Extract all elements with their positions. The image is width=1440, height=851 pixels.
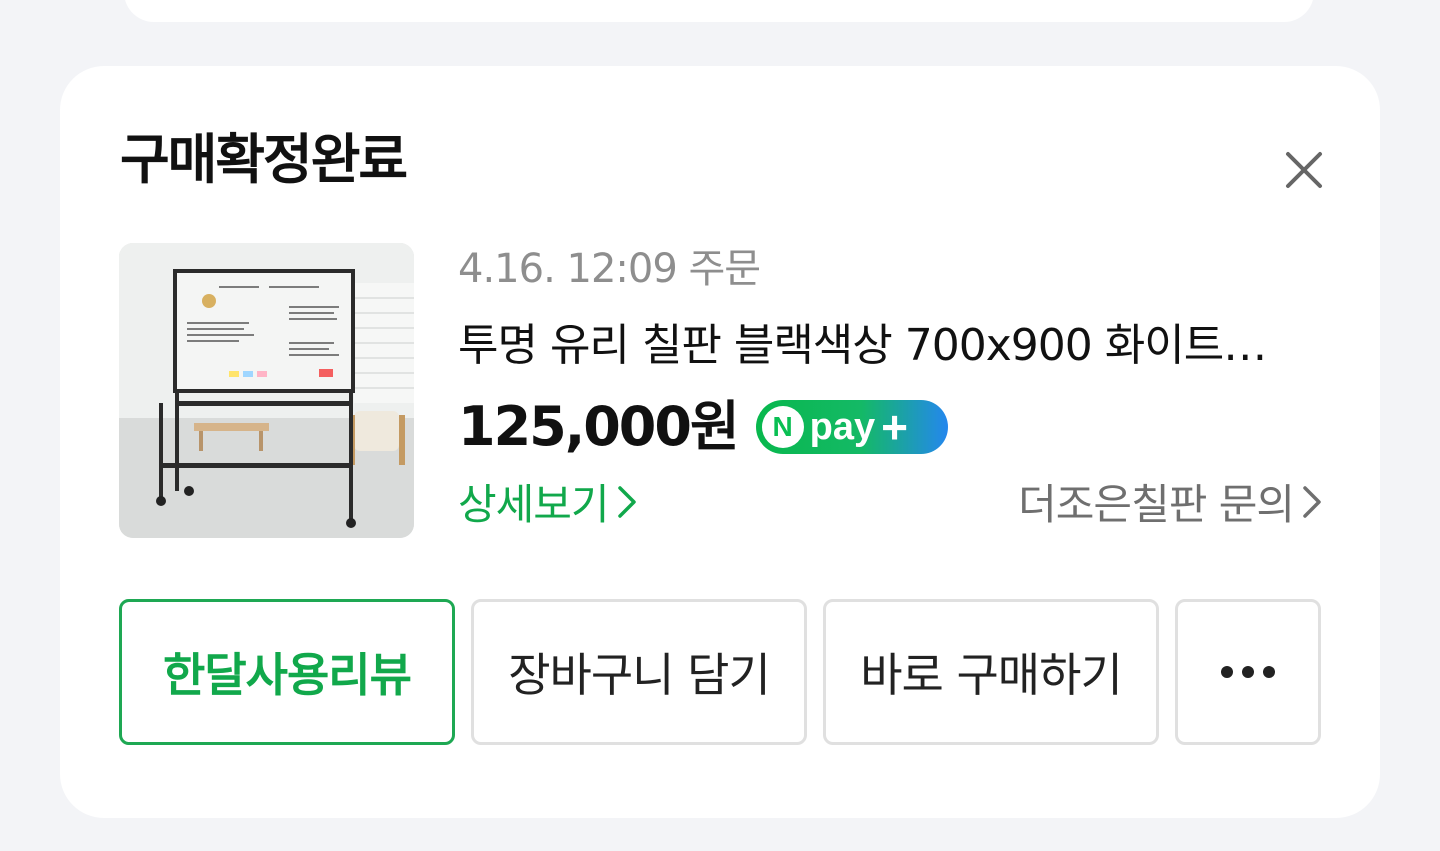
order-date: 4.16. 12:09 주문 [458, 246, 761, 292]
npay-n-logo: N [761, 406, 804, 448]
product-price: 125,000원 [458, 395, 740, 458]
buy-now-button[interactable]: 바로 구매하기 [823, 599, 1159, 745]
npay-label: pay [809, 406, 876, 448]
add-to-cart-button[interactable]: 장바구니 담기 [471, 599, 807, 745]
previous-card-fragment [124, 0, 1314, 22]
view-details-label: 상세보기 [458, 480, 610, 529]
npay-plus-badge: N pay + [755, 400, 948, 454]
chevron-right-icon [617, 478, 637, 532]
npay-plus-icon: + [881, 401, 908, 453]
seller-inquiry-label: 더조은칠판 문의 [1018, 480, 1295, 529]
more-icon [1221, 666, 1275, 678]
monthly-review-button[interactable]: 한달사용리뷰 [119, 599, 455, 745]
action-button-row: 한달사용리뷰 장바구니 담기 바로 구매하기 [119, 599, 1321, 745]
product-thumbnail[interactable] [119, 243, 414, 538]
card-title: 구매확정완료 [120, 128, 408, 191]
seller-inquiry-link[interactable]: 더조은칠판 문의 [1018, 478, 1322, 532]
purchase-confirm-card: 구매확정완료 4.16. 12:09 주문 투명 유리 칠판 블랙색상 700x… [60, 66, 1380, 818]
view-details-link[interactable]: 상세보기 [458, 478, 637, 532]
product-name[interactable]: 투명 유리 칠판 블랙색상 700x900 화이트보드 이동식 스탠드형 [458, 318, 1288, 374]
more-options-button[interactable] [1175, 599, 1321, 745]
chevron-right-icon [1302, 478, 1322, 532]
close-icon[interactable] [1282, 148, 1326, 192]
price-row: 125,000원 N pay + [458, 394, 948, 460]
